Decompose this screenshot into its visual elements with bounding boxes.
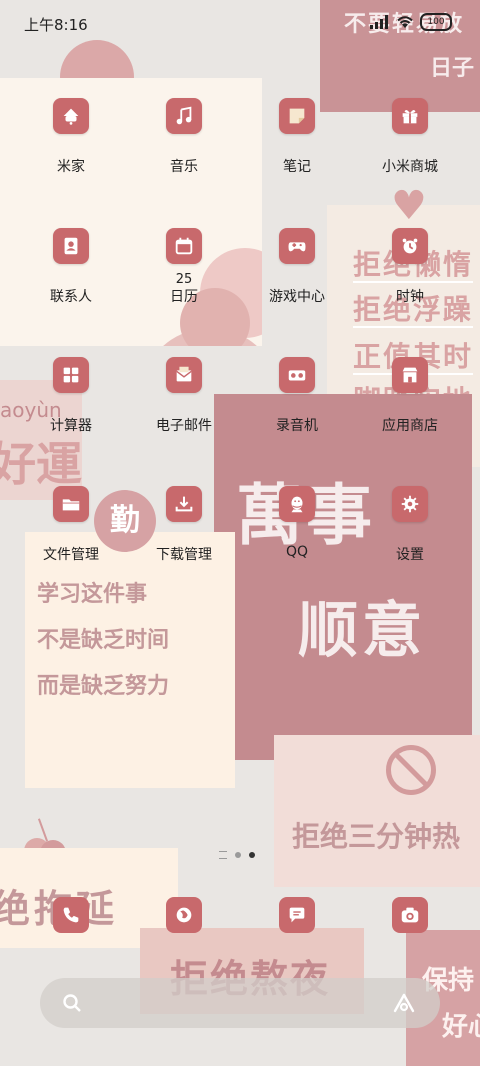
gift-icon	[392, 98, 428, 134]
app-download-manager[interactable]: 下载管理	[129, 486, 239, 576]
wallpaper-text: 不是缺乏时间	[37, 628, 170, 653]
mijia-icon	[53, 98, 89, 134]
dock-messages[interactable]	[279, 897, 315, 933]
app-label: QQ	[285, 544, 309, 560]
wallpaper-bottom-right-note: 拒绝三分钟热	[274, 735, 480, 887]
app-notes[interactable]: 笔记	[242, 98, 352, 188]
app-email[interactable]: 电子邮件	[129, 357, 239, 447]
app-settings[interactable]: 设置	[355, 486, 465, 576]
page-indicator[interactable]	[219, 851, 255, 859]
app-app-store[interactable]: 应用商店	[355, 357, 465, 447]
app-label: 文件管理	[43, 547, 99, 563]
dock-camera[interactable]	[392, 897, 428, 933]
calculator-icon	[53, 357, 89, 393]
app-file-manager[interactable]: 文件管理	[16, 486, 126, 576]
calendar-icon	[166, 228, 202, 264]
folder-icon	[53, 486, 89, 522]
recorder-icon	[279, 357, 315, 393]
wallpaper-text: 学习这件事	[37, 582, 148, 607]
app-game-center[interactable]: 游戏中心	[242, 228, 352, 318]
music-icon	[166, 98, 202, 134]
wallpaper-text: 顺意	[298, 596, 426, 666]
app-mi-store[interactable]: 小米商城	[355, 98, 465, 188]
app-label: 电子邮件	[156, 418, 212, 434]
app-calculator[interactable]: 计算器	[16, 357, 126, 447]
search-bar[interactable]	[40, 978, 440, 1028]
app-label: 录音机	[276, 418, 318, 434]
qq-icon	[279, 486, 315, 522]
gear-icon	[392, 486, 428, 522]
no-sign-icon	[386, 745, 436, 795]
browser-icon	[176, 907, 192, 923]
assistant-icon[interactable]	[392, 992, 416, 1014]
page-dot-active	[249, 852, 255, 858]
app-mijia[interactable]: 米家	[16, 98, 126, 188]
calendar-date: 25	[175, 272, 193, 287]
status-bar: 上午8:16 100	[0, 0, 480, 44]
status-time: 上午8:16	[24, 16, 88, 34]
app-label: 日历	[170, 289, 198, 305]
wifi-icon	[397, 16, 413, 28]
app-clock[interactable]: 时钟	[355, 228, 465, 318]
mail-icon	[166, 357, 202, 393]
page-dash	[219, 851, 227, 859]
messages-icon	[289, 907, 305, 923]
wallpaper-text: 而是缺乏努力	[37, 674, 170, 699]
app-contacts[interactable]: 联系人	[16, 228, 126, 318]
app-label: 音乐	[170, 159, 198, 175]
page-dot	[235, 852, 241, 858]
store-icon	[392, 357, 428, 393]
app-recorder[interactable]: 录音机	[242, 357, 352, 447]
battery-icon: 100	[420, 13, 452, 31]
status-icons: 100	[370, 13, 452, 31]
dock-browser[interactable]	[166, 897, 202, 933]
wallpaper-text: 拒绝三分钟热	[292, 820, 461, 853]
app-calendar[interactable]: 25 日历	[129, 228, 239, 318]
wallpaper-heart: ♥	[391, 183, 427, 229]
signal-icon	[370, 15, 388, 29]
app-label: 计算器	[50, 418, 92, 434]
wallpaper-center-note: 萬事 顺意	[214, 394, 472, 760]
app-label: 联系人	[50, 289, 92, 305]
app-label: 米家	[57, 159, 85, 175]
app-qq[interactable]: QQ	[242, 486, 352, 576]
search-icon[interactable]	[62, 993, 82, 1013]
battery-level: 100	[427, 17, 445, 27]
app-label: 时钟	[396, 289, 424, 305]
wallpaper-text: 好心	[442, 1012, 480, 1042]
app-label: 笔记	[283, 159, 311, 175]
clock-icon	[392, 228, 428, 264]
app-label: 下载管理	[156, 547, 212, 563]
download-icon	[166, 486, 202, 522]
app-label: 游戏中心	[269, 289, 325, 305]
app-label: 小米商城	[382, 159, 438, 175]
app-music[interactable]: 音乐	[129, 98, 239, 188]
camera-icon	[401, 907, 419, 923]
contacts-icon	[53, 228, 89, 264]
divider	[353, 326, 473, 328]
app-label: 应用商店	[382, 418, 438, 434]
notes-icon	[279, 98, 315, 134]
app-label: 设置	[396, 547, 424, 563]
dock-phone[interactable]	[53, 897, 89, 933]
gamepad-icon	[279, 228, 315, 264]
phone-icon	[63, 907, 79, 923]
wallpaper-text: 日子	[430, 56, 475, 81]
